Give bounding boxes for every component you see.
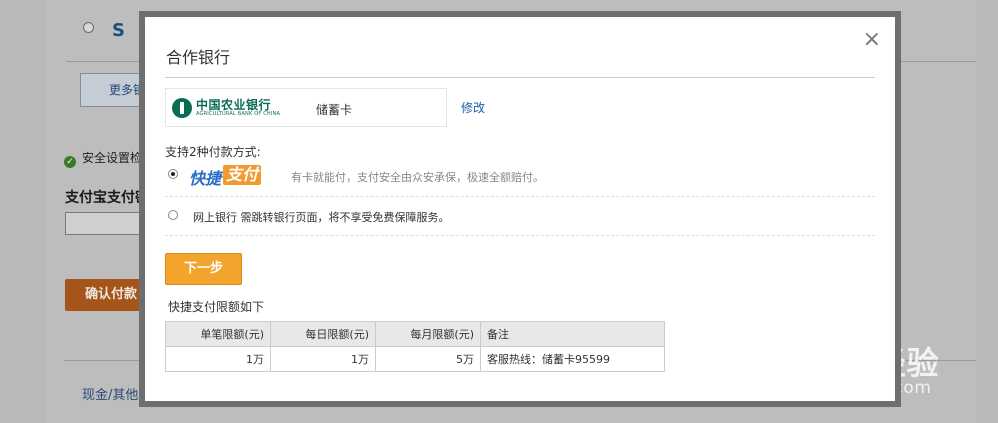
table-cell: 1万 <box>165 346 271 372</box>
limit-title: 快捷支付限额如下 <box>168 300 265 314</box>
password-label: 支付宝支付密 <box>65 190 149 206</box>
table-header: 每月限额(元) <box>375 321 481 347</box>
quick-pay-logo: 快捷 支付 <box>189 164 261 188</box>
table-header: 单笔限额(元) <box>165 321 271 347</box>
table-header-row: 单笔限额(元) 每日限额(元) 每月限额(元) 备注 <box>165 321 665 347</box>
card-type: 储蓄卡 <box>316 103 353 117</box>
option-online-banking[interactable]: 网上银行 需跳转银行页面，将不享受免费保障服务。 <box>165 202 875 236</box>
check-circle-icon: ✓ <box>64 156 76 168</box>
security-check: ✓ 安全设置检 <box>64 149 142 168</box>
quick-pay-radio[interactable] <box>168 169 178 179</box>
title-divider <box>165 77 875 78</box>
close-icon[interactable]: × <box>863 27 881 52</box>
next-step-button[interactable]: 下一步 <box>165 253 242 285</box>
table-header: 备注 <box>480 321 665 347</box>
table-row: 1万 1万 5万 客服热线：储蓄卡95599 <box>165 346 665 372</box>
quick-pay-description: 有卡就能付，支付安全由众安承保，极速全额赔付。 <box>291 171 544 184</box>
option-quick-pay[interactable]: 快捷 支付 有卡就能付，支付安全由众安承保，极速全额赔付。 <box>165 162 875 197</box>
table-header: 每日限额(元) <box>270 321 376 347</box>
bank-logo-icon: S <box>112 20 125 41</box>
quick-pay-logo-text1: 快捷 <box>189 169 222 188</box>
dialog-title: 合作银行 <box>166 48 231 67</box>
edit-bank-link[interactable]: 修改 <box>461 99 485 116</box>
online-banking-description: 网上银行 需跳转银行页面，将不享受免费保障服务。 <box>193 211 450 224</box>
table-cell: 客服热线：储蓄卡95599 <box>480 346 665 372</box>
partner-bank-dialog: 合作银行 × 中国农业银行 AGRICULTURAL BANK OF CHINA… <box>139 11 901 407</box>
selected-bank-box: 中国农业银行 AGRICULTURAL BANK OF CHINA 储蓄卡 <box>165 88 447 127</box>
security-text: 安全设置检 <box>82 151 143 165</box>
cash-other-link[interactable]: 现金/其他 <box>82 384 138 403</box>
online-banking-radio[interactable] <box>168 210 178 220</box>
table-cell: 1万 <box>270 346 376 372</box>
abc-bank-logo: 中国农业银行 AGRICULTURAL BANK OF CHINA <box>172 95 281 121</box>
table-cell: 5万 <box>375 346 481 372</box>
bank-radio[interactable] <box>83 22 94 33</box>
payment-methods-label: 支持2种付款方式: <box>165 145 261 159</box>
bank-name-en: AGRICULTURAL BANK OF CHINA <box>196 111 281 117</box>
quick-pay-logo-text2: 支付 <box>223 165 261 185</box>
abc-logo-icon <box>172 98 192 118</box>
limits-table: 单笔限额(元) 每日限额(元) 每月限额(元) 备注 1万 1万 5万 客服热线… <box>165 321 665 372</box>
